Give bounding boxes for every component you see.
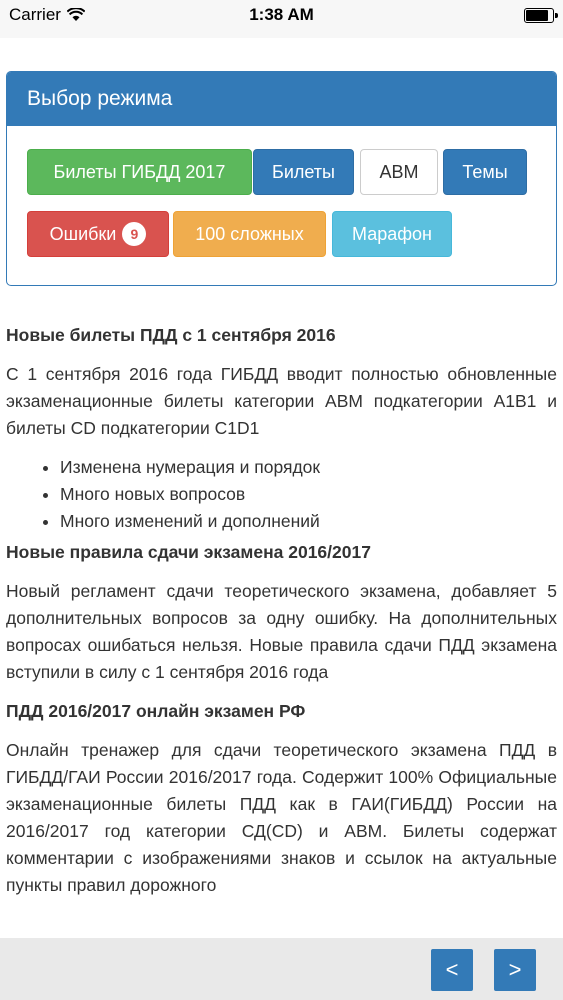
hard-100-button[interactable]: 100 сложных <box>173 211 326 257</box>
battery-icon <box>524 8 558 23</box>
article-heading-1: Новые билеты ПДД с 1 сентября 2016 <box>6 325 336 345</box>
bottom-toolbar: < > <box>0 938 563 1000</box>
abm-label: ABM <box>379 161 419 182</box>
hard-100-label: 100 сложных <box>195 223 304 244</box>
article-paragraph-1: С 1 сентября 2016 года ГИБДД вводит полн… <box>6 364 557 438</box>
changes-list: Изменена нумерация и порядок Много новых… <box>6 454 557 535</box>
prev-button[interactable]: < <box>431 949 473 991</box>
list-item: Много новых вопросов <box>60 481 557 508</box>
errors-button[interactable]: Ошибки 9 <box>27 211 169 257</box>
marathon-label: Марафон <box>352 223 432 244</box>
topics-button[interactable]: Темы <box>443 149 527 195</box>
article-paragraph-2: Новый регламент сдачи теоретического экз… <box>6 581 557 682</box>
errors-count-badge: 9 <box>122 222 147 246</box>
article-heading-2: Новые правила сдачи экзамена 2016/2017 <box>6 542 371 562</box>
list-item: Изменена нумерация и порядок <box>60 454 557 481</box>
article-heading-3: ПДД 2016/2017 онлайн экзамен РФ <box>6 701 306 721</box>
tickets-2017-label: Билеты ГИБДД 2017 <box>53 161 226 182</box>
mode-panel: Выбор режима Билеты ГИБДД 2017 Билеты AB… <box>6 71 557 286</box>
article: Новые билеты ПДД с 1 сентября 2016 С 1 с… <box>6 322 557 911</box>
chevron-right-icon: > <box>508 957 522 982</box>
tickets-button[interactable]: Билеты <box>253 149 354 195</box>
tickets-label: Билеты <box>272 161 335 182</box>
next-button[interactable]: > <box>494 949 536 991</box>
panel-title: Выбор режима <box>7 72 556 126</box>
errors-label: Ошибки <box>49 223 117 244</box>
status-bar: Carrier 1:38 AM <box>0 0 563 38</box>
article-paragraph-3: Онлайн тренажер для сдачи теоретического… <box>6 740 557 895</box>
list-item: Много изменений и дополнений <box>60 508 557 535</box>
clock: 1:38 AM <box>249 5 314 24</box>
chevron-left-icon: < <box>445 957 459 982</box>
topics-label: Темы <box>462 161 508 182</box>
abm-button[interactable]: ABM <box>360 149 438 195</box>
tickets-2017-button[interactable]: Билеты ГИБДД 2017 <box>27 149 252 195</box>
marathon-button[interactable]: Марафон <box>332 211 452 257</box>
